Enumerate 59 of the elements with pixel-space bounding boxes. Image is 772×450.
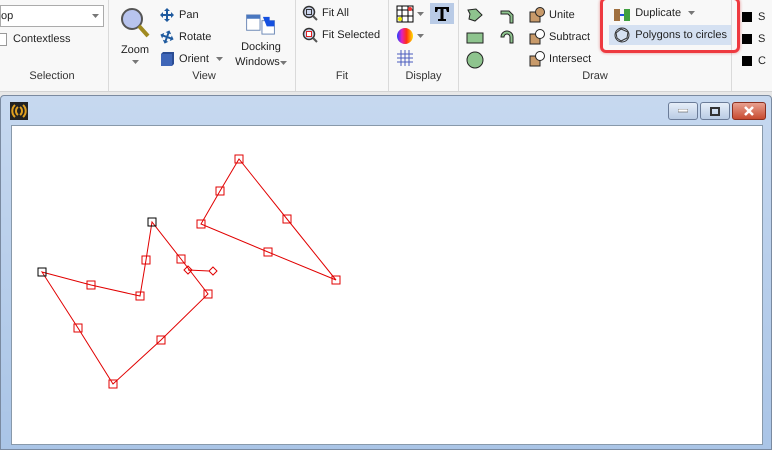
pan-button[interactable]: Pan [157,5,225,25]
app-icon [10,102,28,120]
cube-icon [159,51,176,67]
group-label: Selection [28,70,76,84]
shapes-icon [529,7,546,23]
group-label: Draw [581,70,609,84]
square-icon [740,54,754,68]
move-arrows-icon [159,7,176,23]
circle-icon [466,50,484,68]
close-icon [743,106,755,116]
magnifier-icon [119,7,152,39]
zoom-button[interactable]: Zoom [117,3,154,70]
caret-icon [416,34,424,38]
letter-icon [432,4,451,22]
caret-icon [216,57,223,61]
magnifier-icon [302,5,318,21]
caret-icon [132,60,139,64]
shapes-icon [529,51,546,67]
group-label: Display [404,70,443,84]
fit-all-button[interactable]: Fit All [300,3,384,23]
docking-windows-button[interactable]: Docking Windows [228,3,293,70]
boolean-op-button[interactable]: Unite [527,5,594,25]
ribbon-button[interactable]: S [738,7,768,27]
fit-selected-button[interactable]: Fit Selected [300,25,384,45]
magnifier-icon [302,27,318,43]
handle-drawing [183,265,218,276]
orient-button[interactable]: Orient [157,49,225,69]
ribbon-button[interactable]: C [738,51,768,71]
color-wheel-icon [396,26,414,44]
boolean-op-button[interactable]: Intersect [527,49,594,69]
maximize-button[interactable] [700,102,730,120]
dropdown-field[interactable]: op [0,5,104,27]
boolean-op-button[interactable]: Subtract [527,27,594,47]
contextless-checkbox[interactable]: Contextless [0,29,104,49]
minimize-button[interactable] [668,102,698,120]
polygon-circle-icon [613,27,632,43]
minimize-icon [678,109,688,113]
caret-icon [416,12,424,16]
duplicate-button[interactable]: Duplicate [609,3,731,23]
group-label: View [191,70,217,84]
caret-icon [92,14,100,18]
rotate-button[interactable]: Rotate [157,27,225,47]
caret-icon [688,11,696,15]
arc-icon [498,28,516,46]
windows-icon [244,13,277,36]
square-icon [740,10,754,24]
polygons-to-circles-button[interactable]: Polygons to circles [609,25,731,45]
square-icon [740,32,754,46]
caret-icon [280,61,287,66]
text-toggle-button[interactable] [430,3,454,24]
polygon-icon [466,6,484,24]
group-label: Fit [334,70,350,84]
close-button[interactable] [732,102,766,120]
shapes-icon [529,29,546,45]
maximize-icon [710,106,720,116]
grid-icon [396,48,414,66]
layout-icon [396,4,414,22]
rotate-arrows-icon [159,29,176,45]
ribbon-button[interactable]: S [738,29,768,49]
